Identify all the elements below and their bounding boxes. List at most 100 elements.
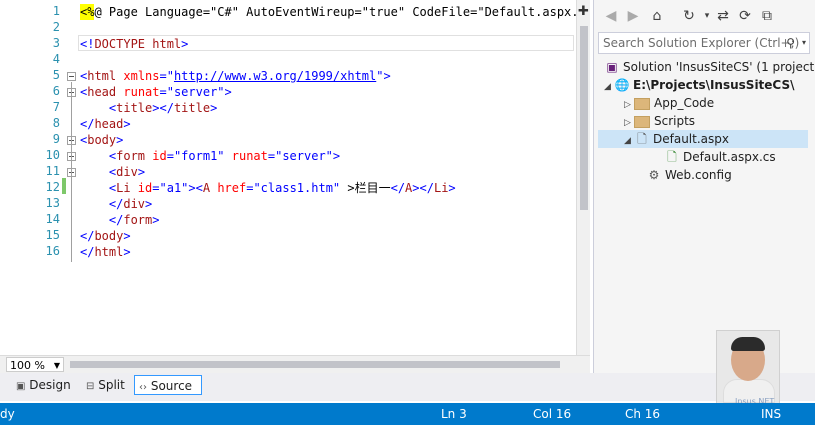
view-switcher: ▣ Design ⊟ Split ‹› Source xyxy=(0,373,815,401)
code-token: ="class1.htm" xyxy=(246,181,341,195)
tree-item-default-aspx[interactable]: ◢ 🗋 Default.aspx xyxy=(598,130,808,148)
tab-design-label: Design xyxy=(29,378,71,392)
tab-source[interactable]: ‹› Source xyxy=(134,375,202,395)
code-token: > xyxy=(116,133,124,147)
change-indicator xyxy=(62,178,66,194)
status-bar: dy Ln 3 Col 16 Ch 16 INS xyxy=(0,403,815,425)
code-token: Li xyxy=(116,181,131,195)
code-token: < xyxy=(80,181,117,195)
tree-item-default-cs[interactable]: 🗋 Default.aspx.cs xyxy=(664,148,776,166)
code-token: div xyxy=(123,197,146,211)
tree-item-web-config[interactable]: ⚙ Web.config xyxy=(646,166,732,184)
code-token: div xyxy=(116,165,138,179)
source-icon: ‹› xyxy=(139,382,147,393)
horizontal-scroll-thumb[interactable] xyxy=(70,361,560,368)
code-token: > xyxy=(123,117,131,131)
horizontal-scrollbar[interactable] xyxy=(70,359,575,369)
code-token: html xyxy=(94,245,124,259)
code-line[interactable]: <head runat="server"> xyxy=(80,84,232,100)
code-token: head xyxy=(87,85,117,99)
code-token: html xyxy=(87,69,117,83)
folder-icon xyxy=(634,115,650,128)
avatar: Insus.NET xyxy=(716,330,780,412)
expanded-arrow-icon[interactable]: ◢ xyxy=(604,78,614,96)
forward-icon[interactable]: ▶ xyxy=(624,7,642,25)
search-options-icon[interactable]: ▾ xyxy=(802,33,806,53)
code-token: > xyxy=(123,245,131,259)
csharp-file-icon: 🗋 xyxy=(667,150,677,164)
search-input[interactable]: Search Solution Explorer (Ctrl+;) ⚲ ▾ xyxy=(598,32,810,54)
editor-bottom-bar: 100 % ▼ xyxy=(0,355,590,374)
code-line[interactable]: </div> xyxy=(80,196,152,212)
line-number: 5 xyxy=(52,68,60,82)
line-number: 4 xyxy=(52,52,60,66)
code-token: head xyxy=(94,117,124,131)
history-icon[interactable]: ↻ xyxy=(680,7,698,25)
code-line[interactable]: </html> xyxy=(80,244,131,260)
line-number: 8 xyxy=(52,116,60,130)
code-line[interactable]: <Li id="a1"><A href="class1.htm" >栏目一</A… xyxy=(80,180,456,196)
code-token: href xyxy=(210,181,247,195)
home-icon[interactable]: ⌂ xyxy=(648,7,666,25)
code-token: </ xyxy=(80,245,95,259)
code-token: > xyxy=(123,229,131,243)
code-line[interactable]: <form id="form1" runat="server"> xyxy=(80,148,340,164)
tree-item-app-code[interactable]: ▷ App_Code xyxy=(624,94,714,112)
code-token: > xyxy=(448,181,456,195)
code-token: <%@ Page Language="C#" AutoEventWireup="… xyxy=(80,5,590,19)
status-text: dy xyxy=(0,407,15,421)
line-number: 14 xyxy=(45,212,60,226)
code-token: ="server"> xyxy=(267,149,341,163)
refresh-icon[interactable]: ⟳ xyxy=(736,7,754,25)
code-token: title xyxy=(173,101,211,115)
code-token: >栏目一 xyxy=(340,181,391,195)
tab-design[interactable]: ▣ Design xyxy=(12,375,75,395)
code-token: < xyxy=(80,165,117,179)
tab-split[interactable]: ⊟ Split xyxy=(82,375,129,395)
tree-project[interactable]: ◢ 🌐 E:\Projects\InsusSiteCS\ xyxy=(604,76,794,94)
zoom-value: 100 % xyxy=(10,359,45,372)
code-token: </ xyxy=(80,197,124,211)
code-token: id xyxy=(145,149,167,163)
code-line[interactable]: </body> xyxy=(80,228,131,244)
line-number: 13 xyxy=(45,196,60,210)
search-icon[interactable]: ⚲ xyxy=(786,33,795,53)
code-line[interactable]: <html xmlns="http://www.w3.org/1999/xhtm… xyxy=(80,68,391,84)
line-number: 9 xyxy=(52,132,60,146)
code-line[interactable]: <div> xyxy=(80,164,145,180)
code-token: title xyxy=(116,101,153,115)
split-icon: ⊟ xyxy=(86,381,95,392)
aspx-file-icon: 🗋 xyxy=(637,132,647,146)
code-line[interactable]: <body> xyxy=(80,132,123,148)
back-icon[interactable]: ◀ xyxy=(602,7,620,25)
code-editor[interactable]: <%@ Page Language="C#" AutoEventWireup="… xyxy=(0,0,590,355)
tree-item-scripts[interactable]: ▷ Scripts xyxy=(624,112,695,130)
split-plus-icon[interactable]: ✚ xyxy=(578,4,589,19)
default-cs-label: Default.aspx.cs xyxy=(683,150,776,164)
line-number: 6 xyxy=(52,84,60,98)
expanded-arrow-icon[interactable]: ◢ xyxy=(624,132,634,150)
code-token: </ xyxy=(80,213,124,227)
code-token: A xyxy=(202,181,211,195)
collapse-all-icon[interactable]: ⧉ xyxy=(758,7,776,25)
line-number: 3 xyxy=(52,36,60,50)
code-line[interactable]: <title></title> xyxy=(80,100,217,116)
code-token: ="form1" xyxy=(166,149,225,163)
vertical-scroll-thumb[interactable] xyxy=(580,26,588,210)
code-token: ="server"> xyxy=(159,85,232,99)
project-label: E:\Projects\InsusSiteCS\ xyxy=(633,78,795,92)
sync-icon[interactable]: ⇄ xyxy=(714,7,732,25)
tree-solution[interactable]: ▣ Solution 'InsusSiteCS' (1 project) xyxy=(604,58,815,76)
code-token: body xyxy=(87,133,117,147)
code-token: body xyxy=(94,229,124,243)
fold-toggle-html[interactable] xyxy=(67,72,76,81)
scripts-label: Scripts xyxy=(654,114,696,128)
code-line[interactable]: </head> xyxy=(80,116,131,132)
vertical-scrollbar[interactable]: ✚ xyxy=(576,0,590,355)
code-token: =" xyxy=(159,69,174,83)
code-line[interactable]: </form> xyxy=(80,212,160,228)
code-line[interactable]: <%@ Page Language="C#" AutoEventWireup="… xyxy=(80,4,590,20)
code-token: form xyxy=(123,213,153,227)
code-token: </ xyxy=(390,181,406,195)
zoom-dropdown[interactable]: 100 % ▼ xyxy=(6,357,64,372)
